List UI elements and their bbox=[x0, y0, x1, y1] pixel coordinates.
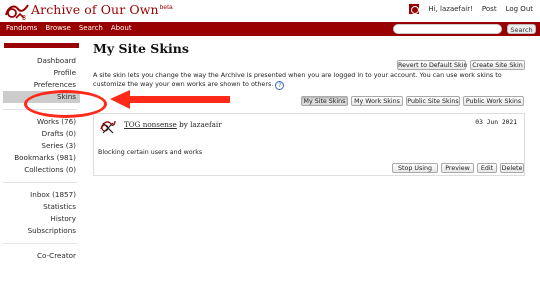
sidebar-item-dashboard[interactable]: Dashboard bbox=[0, 55, 80, 67]
pointer-arrow-icon bbox=[110, 90, 230, 109]
nav-about[interactable]: About bbox=[107, 24, 136, 32]
beta-tag: beta bbox=[159, 4, 173, 11]
skin-preview-icon bbox=[100, 118, 116, 135]
logout-link[interactable]: Log Out bbox=[506, 5, 533, 13]
sidebar-item-statistics[interactable]: Statistics bbox=[0, 201, 80, 213]
sidebar-item-profile[interactable]: Profile bbox=[0, 67, 80, 79]
site-header: 3 Archive of Our Ownbeta Hi, lazaefair! … bbox=[0, 0, 540, 22]
dashboard-sidebar: Dashboard Profile Preferences Skins Work… bbox=[0, 55, 80, 262]
ao3-logo-icon[interactable]: 3 bbox=[4, 1, 30, 21]
nav-fandoms[interactable]: Fandoms bbox=[0, 24, 41, 32]
page-title: My Site Skins bbox=[93, 41, 189, 56]
sidebar-item-series[interactable]: Series (3) bbox=[0, 140, 80, 152]
sidebar-item-co-creator[interactable]: Co-Creator bbox=[0, 250, 80, 262]
skin-by-label: by bbox=[179, 120, 188, 129]
edit-button[interactable]: Edit bbox=[477, 163, 497, 173]
primary-nav-bar: Fandoms Browse Search About Search bbox=[0, 22, 540, 36]
sidebar-divider bbox=[3, 243, 77, 244]
tab-public-work-skins[interactable]: Public Work Skins bbox=[463, 96, 524, 106]
sidebar-item-inbox[interactable]: Inbox (1857) bbox=[0, 189, 80, 201]
sidebar-item-collections[interactable]: Collections (0) bbox=[0, 164, 80, 176]
site-title[interactable]: Archive of Our Ownbeta bbox=[31, 2, 173, 17]
skins-intro-text: A site skin lets you change the way the … bbox=[93, 71, 533, 90]
skin-date: 03 Jun 2021 bbox=[475, 119, 517, 126]
help-icon[interactable]: ? bbox=[275, 81, 285, 90]
tab-my-work-skins[interactable]: My Work Skins bbox=[351, 96, 403, 106]
skin-heading: TOG nonsense by lazaefair bbox=[124, 120, 222, 129]
post-link[interactable]: Post bbox=[482, 5, 497, 13]
user-greeting-link[interactable]: Hi, lazaefair! bbox=[428, 5, 473, 13]
skin-title-link[interactable]: TOG nonsense bbox=[124, 120, 177, 129]
search-input[interactable] bbox=[393, 24, 502, 34]
stop-using-button[interactable]: Stop Using bbox=[392, 163, 438, 173]
user-avatar-icon[interactable] bbox=[409, 4, 420, 14]
sidebar-item-bookmarks[interactable]: Bookmarks (981) bbox=[0, 152, 80, 164]
dashboard-stripe bbox=[4, 43, 79, 48]
skin-author-link[interactable]: lazaefair bbox=[190, 120, 222, 129]
user-nav: Hi, lazaefair! Post Log Out bbox=[409, 4, 533, 14]
highlight-ellipse bbox=[24, 90, 107, 118]
sidebar-item-drafts[interactable]: Drafts (0) bbox=[0, 128, 80, 140]
svg-text:3: 3 bbox=[22, 15, 26, 21]
search-button[interactable]: Search bbox=[507, 24, 536, 34]
sidebar-divider bbox=[3, 182, 77, 183]
preview-button[interactable]: Preview bbox=[441, 163, 474, 173]
skin-description: Blocking certain users and works bbox=[98, 149, 203, 156]
skin-list-item: TOG nonsense by lazaefair 03 Jun 2021 Bl… bbox=[93, 113, 525, 176]
nav-search[interactable]: Search bbox=[75, 24, 107, 32]
site-title-text[interactable]: Archive of Our Own bbox=[31, 2, 159, 17]
sidebar-item-history[interactable]: History bbox=[0, 213, 80, 225]
create-site-skin-button[interactable]: Create Site Skin bbox=[470, 60, 525, 70]
revert-default-skin-button[interactable]: Revert to Default Skin bbox=[397, 60, 467, 70]
sidebar-item-subscriptions[interactable]: Subscriptions bbox=[0, 225, 80, 237]
tab-my-site-skins[interactable]: My Site Skins bbox=[301, 96, 348, 106]
tab-public-site-skins[interactable]: Public Site Skins bbox=[406, 96, 460, 106]
delete-button[interactable]: Delete bbox=[500, 163, 524, 173]
intro-text: A site skin lets you change the way the … bbox=[93, 71, 502, 88]
nav-browse[interactable]: Browse bbox=[41, 24, 75, 32]
